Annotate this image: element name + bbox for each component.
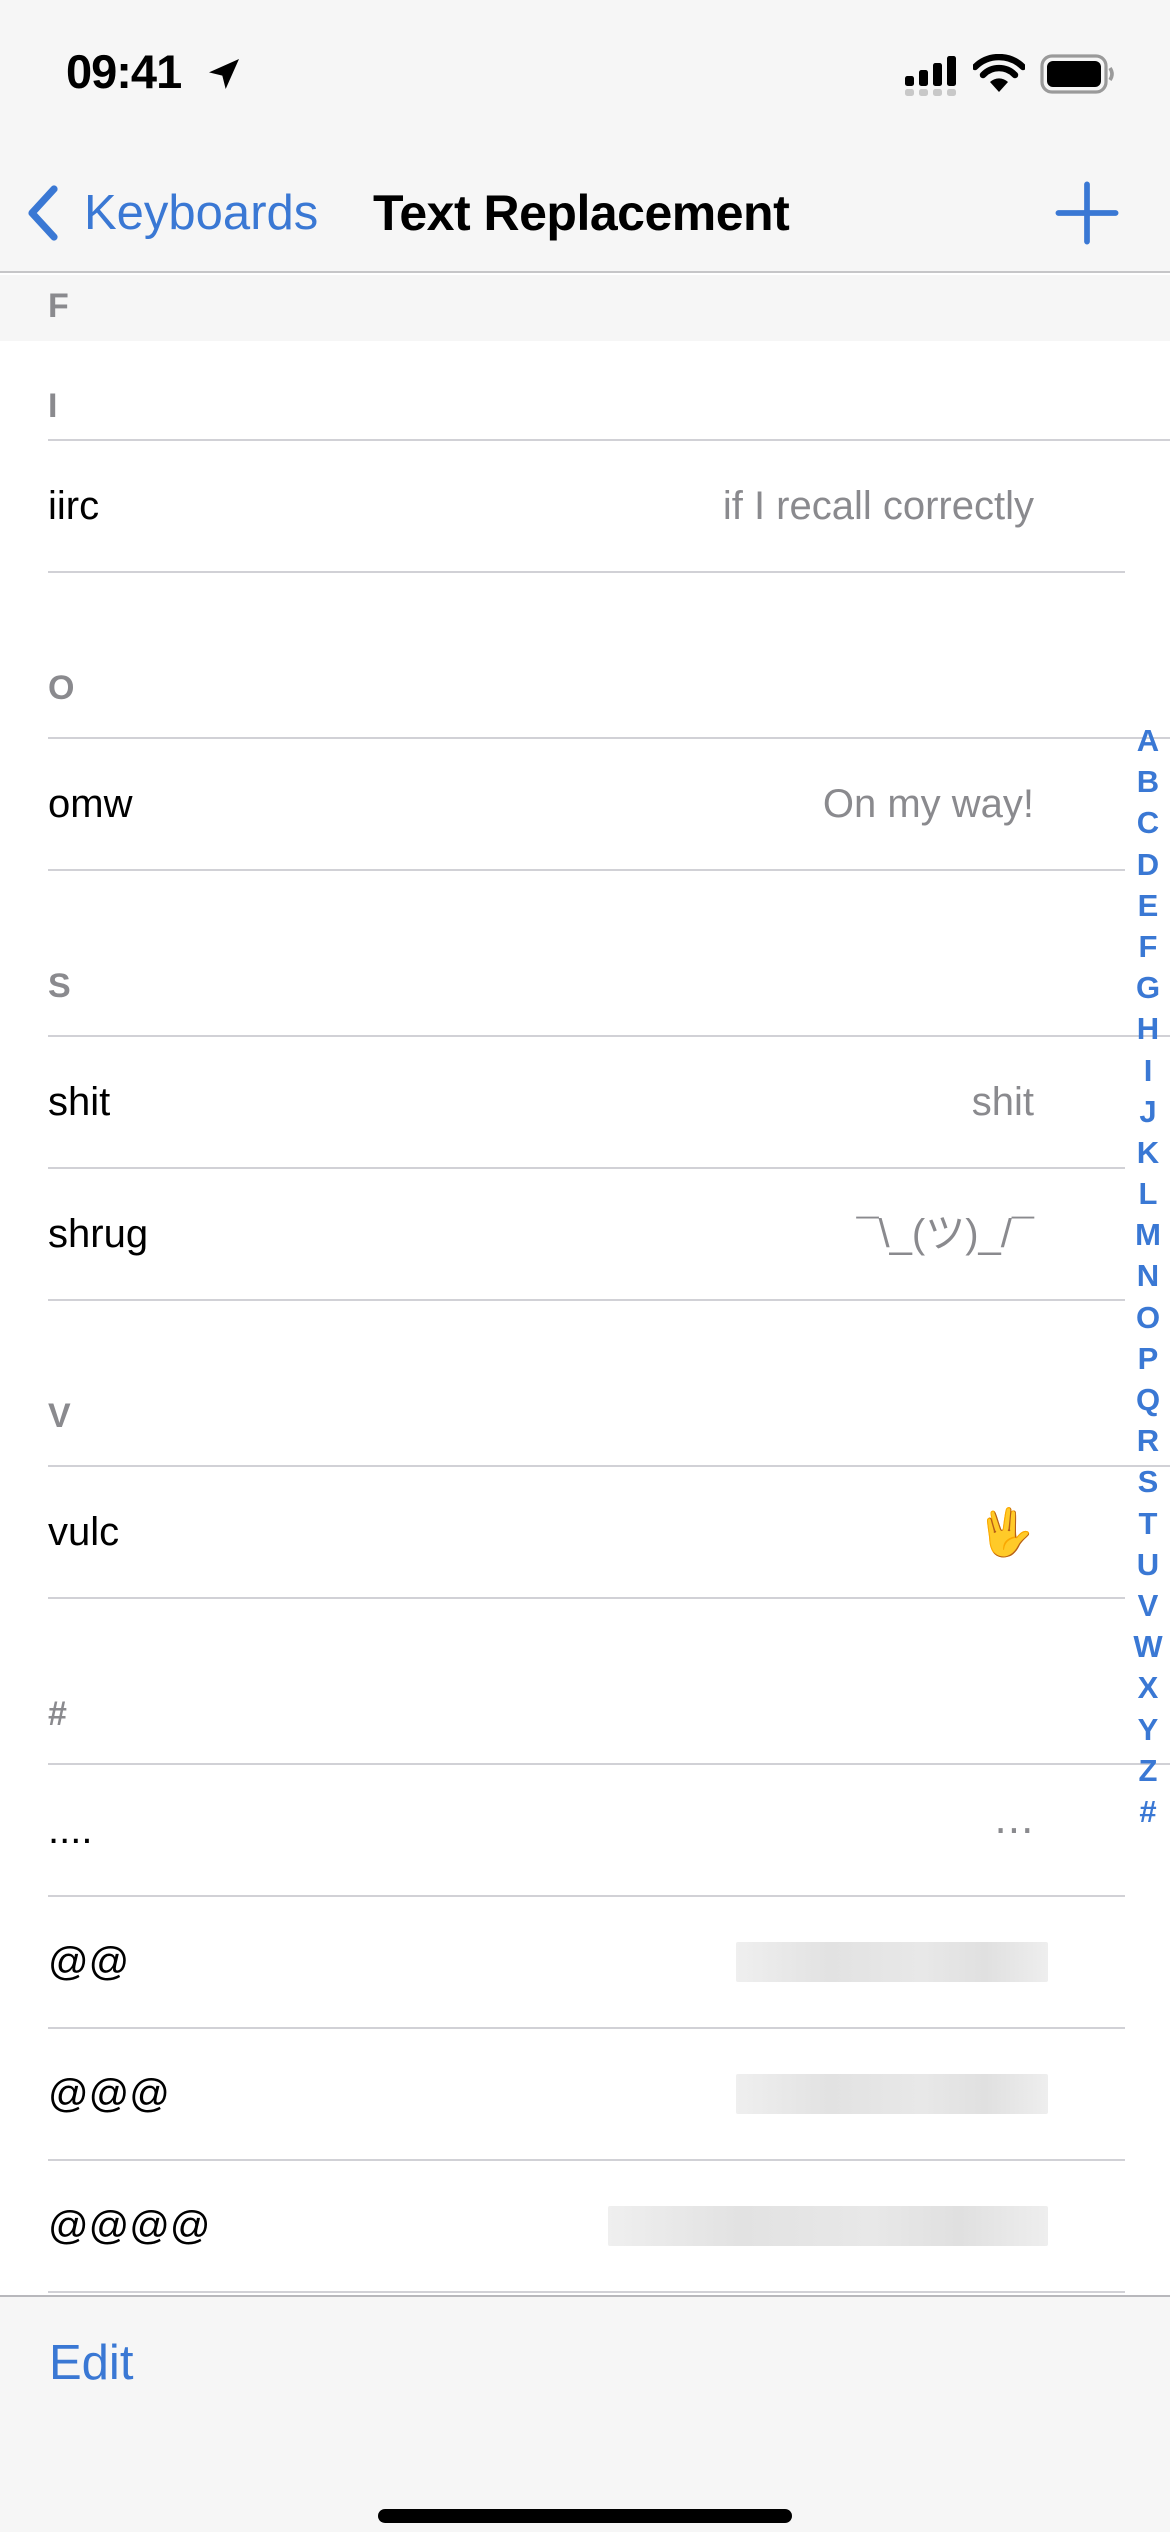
index-letter[interactable]: R xyxy=(1137,1420,1159,1461)
row-divider xyxy=(48,1299,1125,1301)
shortcut-label: @@@ xyxy=(48,2072,170,2116)
index-letter[interactable]: # xyxy=(1139,1791,1156,1832)
row-divider xyxy=(48,1597,1125,1599)
shortcut-label: .... xyxy=(48,1808,93,1852)
index-letter[interactable]: U xyxy=(1137,1544,1159,1585)
index-letter[interactable]: H xyxy=(1137,1008,1159,1049)
index-letter[interactable]: A xyxy=(1137,720,1159,761)
shortcut-label: @@@@ xyxy=(48,2204,211,2248)
status-time: 09:41 xyxy=(66,45,182,98)
index-letter[interactable]: S xyxy=(1138,1461,1159,1502)
back-button-label: Keyboards xyxy=(84,186,319,240)
location-arrow-icon xyxy=(209,59,239,89)
section-letter: V xyxy=(48,1397,71,1435)
cellular-signal-icon xyxy=(905,56,956,96)
bottom-toolbar: Edit xyxy=(0,2295,1170,2532)
row-divider xyxy=(48,571,1125,573)
section-index[interactable]: A B C D E F G H I J K L M N O P Q R S T U V W X Y Z # xyxy=(1126,720,1170,1832)
section-header: I xyxy=(0,341,1170,441)
index-letter[interactable]: T xyxy=(1139,1503,1158,1544)
index-letter[interactable]: X xyxy=(1138,1667,1159,1708)
redacted-phrase: [redacted] xyxy=(608,2206,1048,2246)
list-item[interactable]: @@@@ [redacted] xyxy=(0,2161,1170,2293)
index-letter[interactable]: J xyxy=(1139,1091,1156,1132)
index-letter[interactable]: E xyxy=(1138,885,1159,926)
phrase-label: 🖖 xyxy=(976,1506,1034,1558)
list-item[interactable]: vulc 🖖 xyxy=(0,1467,1170,1599)
list-item[interactable]: omw On my way! xyxy=(0,739,1170,871)
index-letter[interactable]: D xyxy=(1137,844,1159,885)
section-header: S xyxy=(0,937,1170,1037)
index-letter[interactable]: W xyxy=(1133,1626,1162,1667)
status-bar: 09:41 xyxy=(0,0,1170,150)
shortcut-label: vulc xyxy=(48,1510,120,1554)
text-replacement-list: Iiirc if I recall correctly Oomw On my way!… xyxy=(0,341,1170,2425)
index-letter[interactable]: Z xyxy=(1139,1750,1158,1791)
section-letter: # xyxy=(48,1695,67,1733)
page-title: Text Replacement xyxy=(373,185,790,241)
plus-icon[interactable] xyxy=(1054,180,1120,246)
shortcut-label: shit xyxy=(48,1080,111,1124)
edit-button[interactable]: Edit xyxy=(49,2335,133,2391)
index-letter[interactable]: Y xyxy=(1138,1709,1159,1750)
list-item[interactable]: shrug ¯\_(ツ)_/¯ xyxy=(0,1169,1170,1301)
index-letter[interactable]: P xyxy=(1138,1338,1159,1379)
index-letter[interactable]: L xyxy=(1139,1173,1158,1214)
text-replacement-screen: 09:41 Keyboards Text Replacement F I iir… xyxy=(0,0,1170,2532)
section-letter: S xyxy=(48,967,71,1005)
index-letter[interactable]: B xyxy=(1137,761,1159,802)
redacted-phrase: [redacted] xyxy=(736,2074,1048,2114)
wifi-icon xyxy=(973,54,1025,92)
section-letter: F xyxy=(48,287,69,325)
list-item[interactable]: shit shit xyxy=(0,1037,1170,1169)
index-letter[interactable]: O xyxy=(1136,1297,1160,1338)
phrase-label: ¯\_(ツ)_/¯ xyxy=(856,1212,1034,1256)
shortcut-label: @@ xyxy=(48,1940,130,1984)
section-header: # xyxy=(0,1665,1170,1765)
index-letter[interactable]: N xyxy=(1137,1255,1159,1296)
chevron-left-icon xyxy=(28,185,58,241)
index-letter[interactable]: F xyxy=(1139,926,1158,967)
list-item[interactable]: @@ [redacted] xyxy=(0,1897,1170,2029)
list-item[interactable]: iirc if I recall correctly xyxy=(0,441,1170,573)
index-letter[interactable]: C xyxy=(1137,802,1159,843)
home-indicator[interactable] xyxy=(378,2509,792,2523)
index-letter[interactable]: M xyxy=(1135,1214,1161,1255)
section-letter: I xyxy=(48,387,58,425)
battery-icon xyxy=(1040,54,1114,94)
shortcut-label: omw xyxy=(48,782,133,826)
back-button[interactable]: Keyboards xyxy=(24,178,318,248)
index-letter[interactable]: Q xyxy=(1136,1379,1160,1420)
section-header: V xyxy=(0,1367,1170,1467)
index-letter[interactable]: V xyxy=(1138,1585,1159,1626)
phrase-label: ⋯ xyxy=(994,1808,1034,1852)
index-letter[interactable]: I xyxy=(1144,1050,1153,1091)
phrase-label: if I recall correctly xyxy=(722,484,1034,528)
section-letter: O xyxy=(48,669,75,707)
index-letter[interactable]: K xyxy=(1137,1132,1159,1173)
phrase-label: shit xyxy=(971,1080,1034,1124)
phrase-label: On my way! xyxy=(822,782,1034,826)
index-letter[interactable]: G xyxy=(1136,967,1160,1008)
shortcut-label: shrug xyxy=(48,1212,149,1256)
row-divider xyxy=(48,869,1125,871)
section-header: O xyxy=(0,639,1170,739)
list-item[interactable]: .... ⋯ xyxy=(0,1765,1170,1897)
redacted-phrase: [redacted] xyxy=(736,1942,1048,1982)
shortcut-label: iirc xyxy=(48,484,100,528)
navigation-bar: Keyboards Text Replacement xyxy=(0,150,1170,273)
sticky-section-header: F xyxy=(0,275,1170,341)
list-item[interactable]: @@@ [redacted] xyxy=(0,2029,1170,2161)
